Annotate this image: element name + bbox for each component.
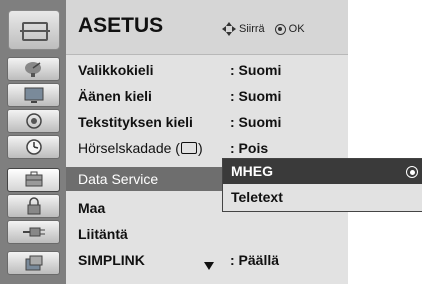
scroll-down-arrow-icon[interactable] <box>204 262 214 270</box>
clock-icon[interactable] <box>7 135 60 159</box>
audio-speaker-icon[interactable] <box>7 109 60 133</box>
satellite-dish-icon[interactable] <box>7 57 60 81</box>
menu-header: ASETUS Siirrä OK <box>66 0 348 55</box>
option-label: Teletext <box>231 189 283 205</box>
item-label: Äänen kieli <box>78 88 152 104</box>
page-title: ASETUS <box>78 14 164 37</box>
item-label: SIMPLINK <box>78 252 145 268</box>
menu-item-connection[interactable]: Liitäntä <box>66 222 348 246</box>
connector-plug-icon[interactable] <box>7 220 60 244</box>
tv-screen-icon[interactable] <box>7 83 60 107</box>
item-value: : Pois <box>230 140 269 156</box>
toolbox-icon[interactable] <box>7 168 60 192</box>
subtitle-cc-icon <box>180 142 197 154</box>
item-label: Hörselskadade () <box>78 140 203 156</box>
lock-icon[interactable] <box>7 194 60 218</box>
hint-ok-label: OK <box>288 23 305 35</box>
item-label-suffix: ) <box>197 140 203 156</box>
item-label: Liitäntä <box>78 226 128 242</box>
item-value: : Suomi <box>230 114 282 130</box>
simplink-icon[interactable] <box>7 251 60 275</box>
ok-button-icon <box>274 23 286 35</box>
popup-option-mheg[interactable]: MHEG <box>223 159 422 184</box>
popup-option-teletext[interactable]: Teletext <box>223 185 422 210</box>
selected-radio-icon <box>406 166 418 178</box>
hint-move-label: Siirrä <box>239 23 265 35</box>
data-service-popup: MHEG Teletext <box>222 158 422 212</box>
option-label: MHEG <box>231 163 273 179</box>
item-value: : Suomi <box>230 88 282 104</box>
menu-item-subtitle-language[interactable]: Tekstityksen kieli : Suomi <box>66 110 348 134</box>
move-arrows-icon <box>222 22 236 36</box>
item-value: : Suomi <box>230 62 282 78</box>
item-label: Tekstityksen kieli <box>78 114 193 130</box>
menu-item-hearing-impaired[interactable]: Hörselskadade () : Pois <box>66 136 348 160</box>
menu-item-audio-language[interactable]: Äänen kieli : Suomi <box>66 84 348 108</box>
item-label: Data Service <box>78 171 159 187</box>
item-label: Valikkokieli <box>78 62 154 78</box>
item-value: : Päällä <box>230 252 280 268</box>
item-label-text: Hörselskadade ( <box>78 140 180 156</box>
item-label: Maa <box>78 200 106 216</box>
setup-toolbox-icon <box>8 10 60 50</box>
navigation-hint: Siirrä OK <box>222 22 305 36</box>
menu-item-menu-language[interactable]: Valikkokieli : Suomi <box>66 58 348 82</box>
setup-menu: ASETUS Siirrä OK Valikkokieli: Suomi Ää… <box>0 0 422 284</box>
